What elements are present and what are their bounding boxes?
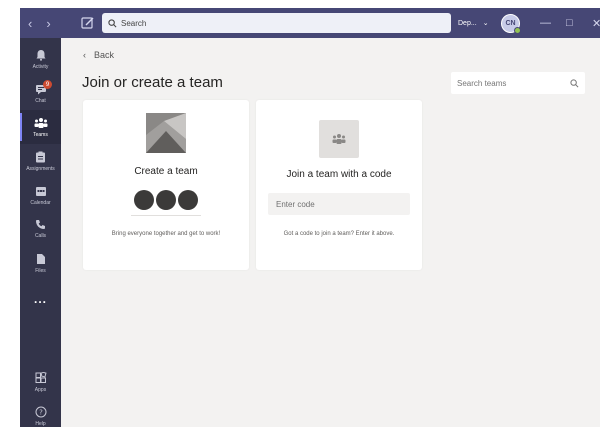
back-link[interactable]: ‹ Back (83, 50, 114, 60)
app-bar: Activity 9 Chat Teams Assignments Calend… (20, 38, 61, 427)
teams-window: ‹ › Search Dep... ⌄ CN — □ ✕ Activity 9 … (20, 8, 600, 427)
rail-label: Calls (34, 233, 47, 239)
page-title: Join or create a team (82, 74, 223, 91)
org-switcher[interactable]: Dep... ⌄ (458, 8, 489, 38)
team-code-input[interactable] (268, 193, 410, 215)
teams-icon (332, 134, 346, 144)
file-icon (36, 253, 45, 264)
avatar (178, 190, 198, 210)
rail-item-teams[interactable]: Teams (20, 110, 61, 144)
search-input[interactable]: Search (102, 13, 451, 33)
help-icon: ? (35, 406, 46, 417)
join-team-hint: Got a code to join a team? Enter it abov… (283, 231, 395, 237)
rail-label: Activity (32, 63, 49, 70)
rail-label: Files (35, 267, 46, 274)
rail-item-apps[interactable]: Apps (20, 365, 61, 399)
new-chat-icon[interactable] (81, 16, 95, 30)
maximize-icon[interactable]: □ (566, 8, 573, 38)
chevron-left-icon: ‹ (83, 50, 86, 60)
chevron-down-icon: ⌄ (482, 20, 489, 27)
history-nav: ‹ › (28, 8, 51, 38)
search-teams-input[interactable]: Search teams (451, 72, 585, 94)
minimize-icon[interactable]: — (540, 8, 551, 38)
rail-label: Calendar (30, 199, 51, 206)
create-team-title: Create a team (134, 166, 198, 177)
create-team-illustration-icon (146, 113, 186, 153)
org-name: Dep... (458, 19, 477, 27)
calendar-icon (35, 186, 46, 196)
forward-arrow-icon[interactable]: › (46, 16, 50, 31)
rail-label: Assignments (26, 165, 55, 172)
rail-item-assignments[interactable]: Assignments (20, 144, 61, 178)
phone-icon (36, 220, 45, 229)
rail-item-chat[interactable]: 9 Chat (20, 76, 61, 110)
join-team-title: Join a team with a code (286, 169, 392, 180)
create-team-hint: Bring everyone together and get to work! (111, 231, 221, 237)
member-avatars (83, 190, 249, 210)
join-team-illustration (319, 120, 359, 158)
more-icon: ... (33, 292, 47, 306)
rail-label: Teams (33, 131, 48, 138)
join-team-card: Join a team with a code Got a code to jo… (256, 100, 422, 270)
teams-icon (34, 117, 47, 128)
search-icon (108, 18, 117, 27)
avatar (134, 190, 154, 210)
rail-label: Apps (34, 386, 47, 393)
close-icon[interactable]: ✕ (592, 8, 600, 38)
rail-item-help[interactable]: ? Help (20, 399, 61, 427)
assignments-icon (36, 151, 45, 162)
apps-icon (35, 371, 47, 383)
search-placeholder: Search (121, 18, 147, 28)
avatar-initials: CN (505, 20, 516, 27)
unread-badge: 9 (43, 80, 52, 89)
create-team-card[interactable]: Create a team Bring everyone together an… (83, 100, 249, 270)
bell-icon (36, 49, 45, 61)
title-bar: ‹ › Search Dep... ⌄ CN — □ ✕ (20, 8, 600, 38)
rail-item-calls[interactable]: Calls (20, 212, 61, 246)
avatar[interactable]: CN (501, 14, 521, 34)
divider (131, 215, 201, 216)
rail-label: Help (35, 420, 46, 427)
avatar (156, 190, 176, 210)
rail-label: Chat (35, 97, 46, 104)
search-teams-placeholder: Search teams (457, 78, 507, 88)
svg-text:?: ? (39, 408, 43, 416)
search-icon (570, 78, 579, 87)
presence-icon (514, 27, 521, 34)
rail-item-files[interactable]: Files (20, 246, 61, 280)
more-apps-button[interactable]: ... (20, 282, 61, 316)
rail-item-activity[interactable]: Activity (20, 42, 61, 76)
back-label: Back (94, 50, 115, 60)
rail-item-calendar[interactable]: Calendar (20, 178, 61, 212)
back-arrow-icon[interactable]: ‹ (28, 16, 32, 31)
